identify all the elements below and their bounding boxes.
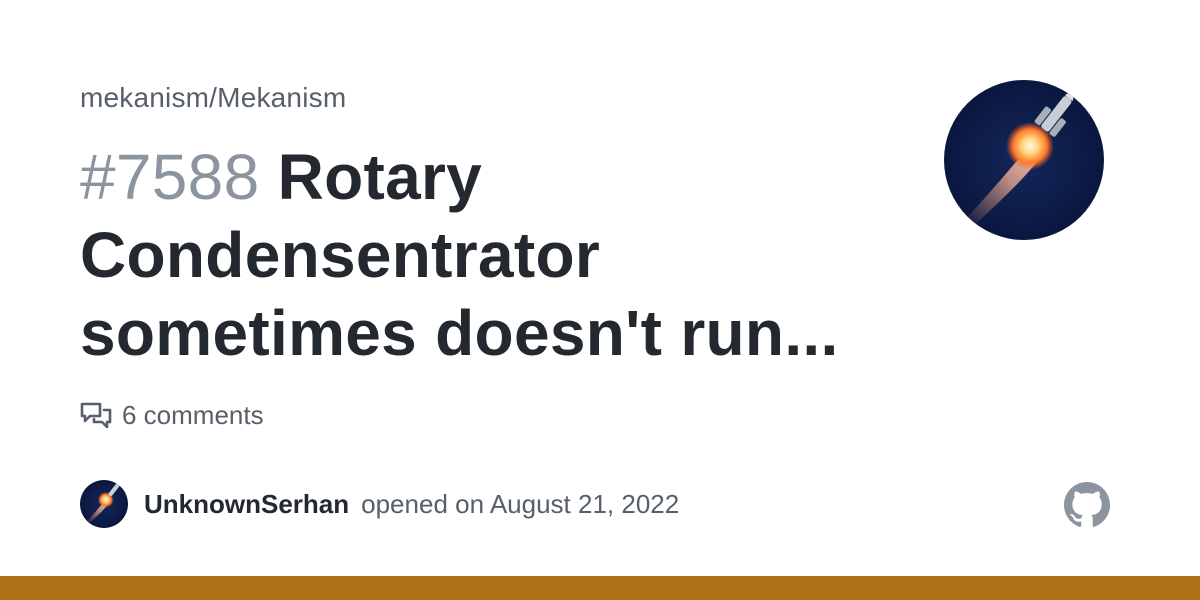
comments-count[interactable]: 6 comments (80, 400, 264, 431)
author-avatar[interactable] (80, 480, 128, 528)
comment-discussion-icon (80, 402, 112, 428)
issue-title[interactable]: #7588 Rotary Condensentrator sometimes d… (80, 138, 900, 372)
repo-name[interactable]: mekanism/Mekanism (80, 82, 346, 114)
github-icon[interactable] (1064, 482, 1110, 528)
opened-date: opened on August 21, 2022 (361, 488, 680, 519)
issue-social-card: mekanism/Mekanism #7588 Rotary Condensen… (0, 0, 1200, 600)
author-username[interactable]: UnknownSerhan (144, 489, 349, 520)
issue-number: #7588 (80, 141, 260, 213)
comments-label: 6 comments (122, 400, 264, 430)
rocket-launch-avatar-small (80, 480, 128, 528)
language-color-bar (0, 576, 1200, 600)
author-row: UnknownSerhan opened on August 21, 2022 (80, 480, 679, 528)
rocket-launch-avatar (944, 80, 1104, 240)
repo-owner-avatar[interactable] (944, 80, 1104, 240)
